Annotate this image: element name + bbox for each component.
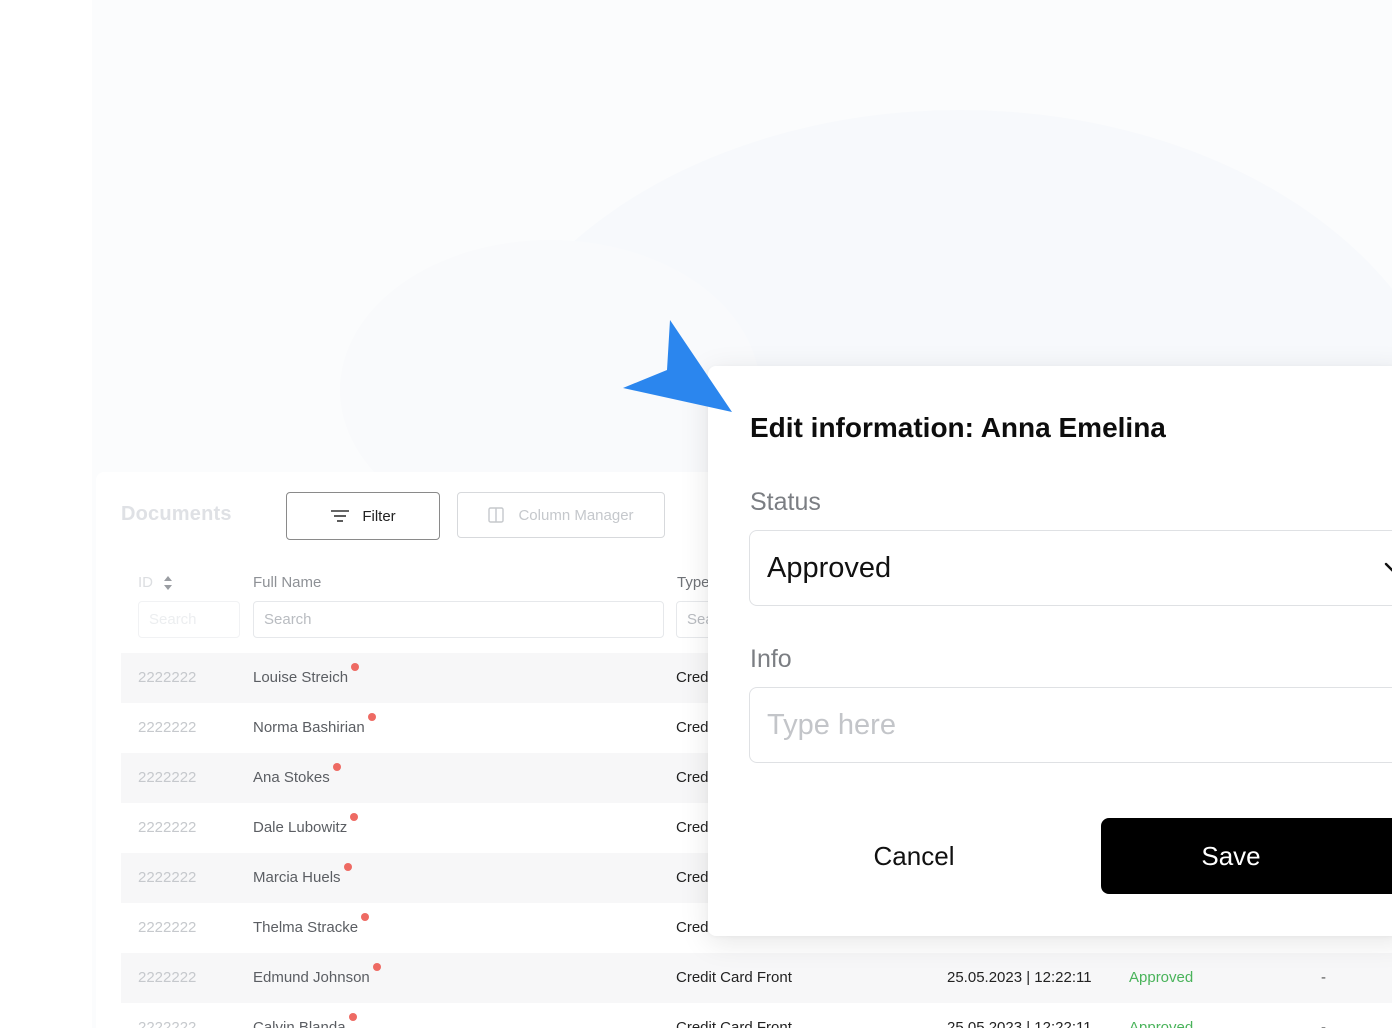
row-type: Credit Card Front [676, 1019, 792, 1028]
row-full-name: Louise Streich [253, 663, 360, 686]
row-id: 2222222 [138, 719, 197, 736]
row-full-name: Thelma Stracke [253, 913, 370, 936]
row-status: Approved [1129, 969, 1194, 986]
unread-dot [348, 1013, 357, 1021]
column-header-full-name[interactable]: Full Name [253, 574, 321, 591]
row-id: 2222222 [138, 1019, 197, 1028]
row-full-name: Calvin Blanda [253, 1013, 357, 1028]
table-row[interactable]: 2222222 Calvin Blanda Credit Card Front … [121, 1003, 1392, 1028]
row-id: 2222222 [138, 769, 197, 786]
edit-information-dialog: Edit information: Anna Emelina Status Ap… [708, 366, 1392, 936]
unread-dot [350, 813, 359, 821]
row-type: Credit Card Front [676, 969, 792, 986]
row-type: Cred [676, 669, 709, 686]
column-manager-button[interactable]: Column Manager [457, 492, 665, 538]
status-select[interactable]: Approved [749, 530, 1392, 606]
unread-dot [343, 863, 352, 871]
unread-dot [351, 663, 360, 671]
column-manager-label: Column Manager [518, 506, 634, 524]
filter-lines-icon [331, 510, 350, 522]
row-id: 2222222 [138, 919, 197, 936]
columns-icon [488, 507, 505, 523]
row-id: 2222222 [138, 969, 197, 986]
row-date: 25.05.2023 | 12:22:11 [947, 1019, 1092, 1028]
dialog-title: Edit information: Anna Emelina [750, 412, 1166, 443]
row-full-name: Marcia Huels [253, 863, 352, 886]
pointer-arrow-icon [623, 320, 732, 412]
filter-button[interactable]: Filter [286, 492, 440, 540]
table-row[interactable]: 2222222 Edmund Johnson Credit Card Front… [121, 953, 1392, 1003]
row-empty-value: - [1321, 1019, 1326, 1028]
sort-arrows-icon[interactable] [163, 575, 173, 591]
row-full-name: Ana Stokes [253, 763, 341, 786]
row-type: Cred [676, 869, 709, 886]
cancel-button[interactable]: Cancel [794, 818, 1034, 894]
unread-dot [332, 763, 341, 771]
row-type: Cred [676, 719, 709, 736]
filter-button-label: Filter [362, 507, 396, 525]
info-label: Info [750, 645, 792, 673]
search-input-full-name[interactable] [253, 601, 664, 638]
row-status: Approved [1129, 1019, 1194, 1028]
row-full-name: Dale Lubowitz [253, 813, 359, 836]
unread-dot [367, 713, 376, 721]
info-field[interactable] [749, 687, 1392, 763]
row-type: Credi [676, 919, 712, 936]
row-id: 2222222 [138, 819, 197, 836]
row-id: 2222222 [138, 669, 197, 686]
row-type: Cred [676, 769, 709, 786]
unread-dot [361, 913, 370, 921]
row-empty-value: - [1321, 969, 1326, 986]
chevron-down-icon [1384, 562, 1392, 572]
unread-dot [372, 963, 381, 971]
search-input-id[interactable] [138, 601, 240, 638]
save-button[interactable]: Save [1101, 818, 1392, 894]
status-select-value: Approved [767, 551, 892, 584]
status-label: Status [750, 488, 821, 516]
column-header-id[interactable]: ID [138, 574, 173, 591]
row-full-name: Norma Bashirian [253, 713, 376, 736]
row-id: 2222222 [138, 869, 197, 886]
column-header-id-label: ID [138, 574, 153, 591]
documents-title: Documents [121, 503, 232, 525]
row-type: Cred [676, 819, 709, 836]
column-header-type[interactable]: Type [677, 574, 710, 591]
row-date: 25.05.2023 | 12:22:11 [947, 969, 1092, 986]
row-full-name: Edmund Johnson [253, 963, 381, 986]
